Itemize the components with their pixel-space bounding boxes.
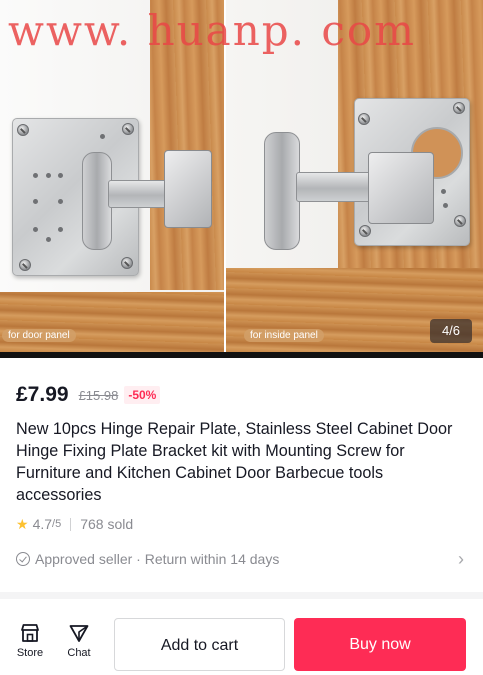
original-price: £15.98	[78, 387, 119, 403]
price-row: £7.99 £15.98 -50%	[16, 381, 161, 409]
image-caption-door-panel: for door panel	[2, 329, 76, 342]
check-circle-icon	[16, 552, 30, 566]
star-icon: ★	[16, 515, 29, 532]
divider	[70, 517, 72, 531]
store-button[interactable]: Store	[10, 622, 50, 659]
add-to-cart-button[interactable]: Add to cart	[114, 618, 285, 671]
seller-info-row[interactable]: Approved seller · Return within 14 days …	[16, 548, 468, 570]
chevron-right-icon[interactable]: ›	[458, 548, 464, 570]
sold-count: 768 sold	[80, 516, 134, 532]
product-image-gallery[interactable]: for door panel for inside panel 4/6 www.…	[0, 0, 483, 358]
current-price: £7.99	[16, 383, 69, 406]
watermark: www. huanp. com	[8, 6, 416, 55]
rating-value: 4.7	[32, 516, 53, 532]
image-caption-inside-panel: for inside panel	[244, 329, 324, 342]
buy-now-button[interactable]: Buy now	[294, 618, 466, 671]
section-gap	[0, 592, 483, 599]
store-icon	[21, 624, 39, 642]
seller-info-text: Approved seller · Return within 14 days	[35, 551, 280, 567]
chat-label: Chat	[67, 647, 91, 659]
bottom-action-bar: Store Chat Add to cart Buy now	[0, 602, 483, 675]
product-title: New 10pcs Hinge Repair Plate, Stainless …	[16, 420, 453, 504]
rating-scale: /5	[52, 518, 62, 530]
chat-icon	[69, 625, 89, 642]
chat-button[interactable]: Chat	[59, 622, 99, 659]
store-label: Store	[16, 647, 44, 659]
image-counter: 4/6	[430, 319, 472, 343]
discount-badge: -50%	[124, 386, 161, 404]
rating-row[interactable]: ★ 4.7 /5 768 sold	[16, 514, 133, 534]
